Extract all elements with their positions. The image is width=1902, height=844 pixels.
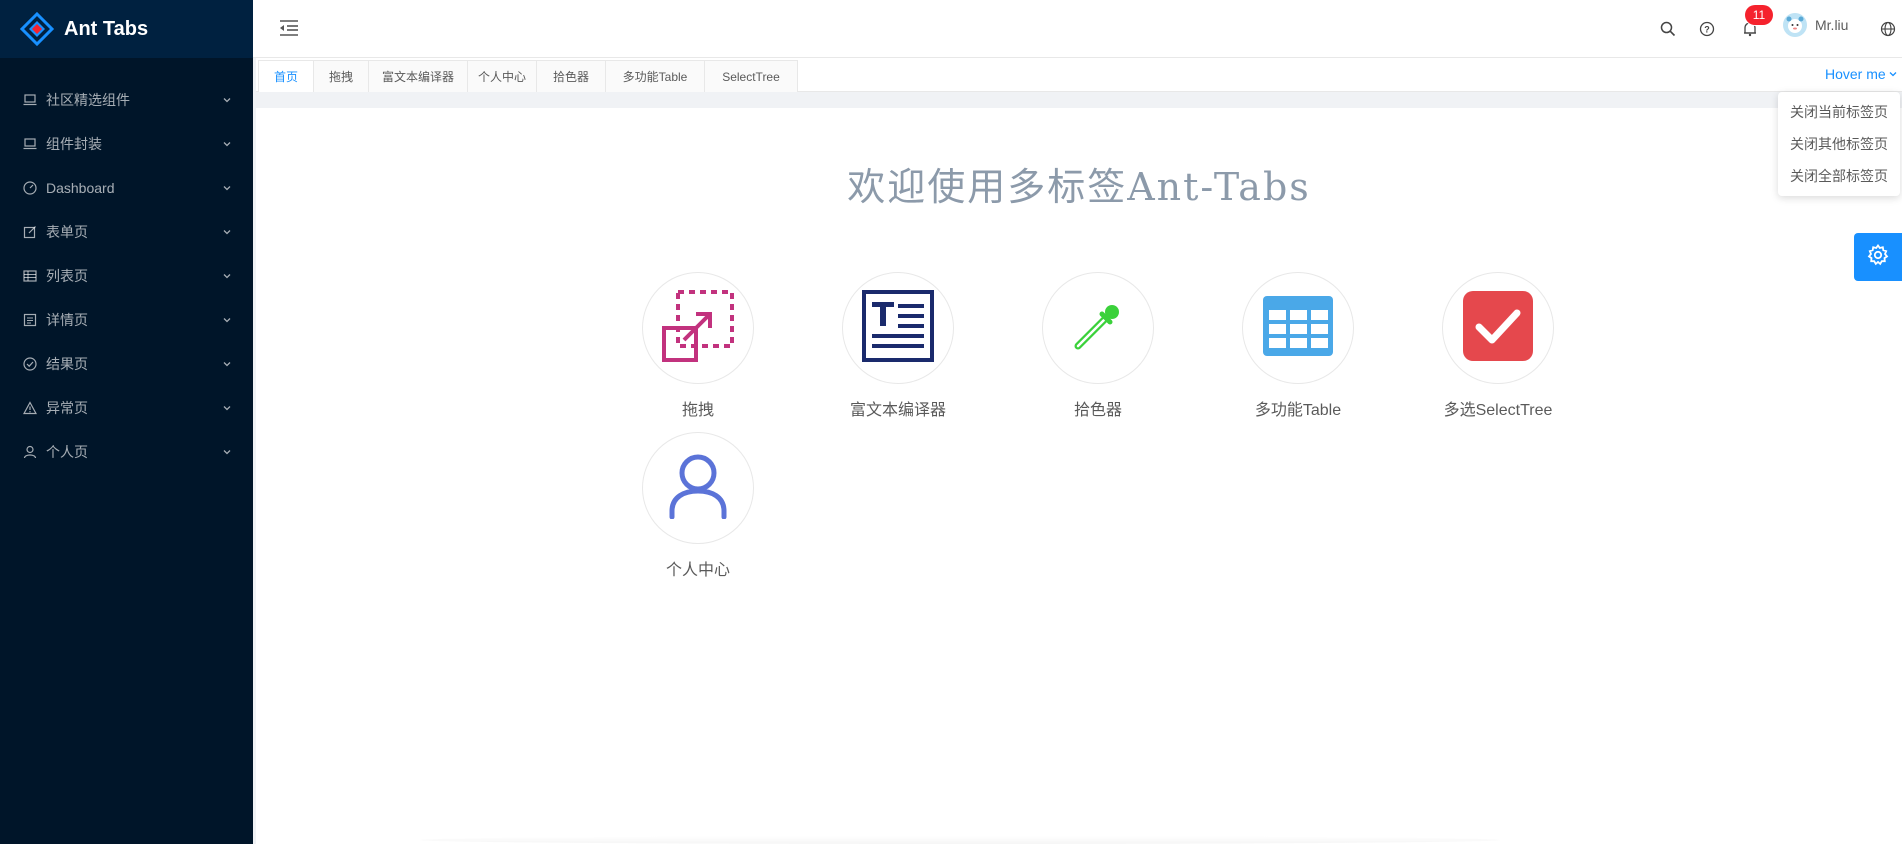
table-grid-icon (1263, 295, 1333, 361)
sidebar-item-community[interactable]: 社区精选组件 (0, 78, 253, 122)
shortcut-label: 多功能Table (1254, 402, 1342, 419)
chevron-down-icon (221, 94, 233, 106)
chevron-down-icon (221, 182, 233, 194)
logo-icon (19, 11, 55, 47)
sidebar-menu: 社区精选组件 组件封装 Dashboard 表单页 列表页 详情页 结果页 异常… (0, 78, 253, 474)
shortcut-rich-editor[interactable]: 富文本编译器 (818, 272, 978, 420)
sidebar-item-label: 组件封装 (46, 136, 102, 152)
sidebar-item-label: 列表页 (46, 268, 88, 284)
check-circle-icon (22, 356, 38, 372)
question-circle-icon[interactable]: ? (1695, 17, 1719, 41)
shortcut-drag[interactable]: 拖拽 (618, 272, 778, 420)
laptop-icon (22, 136, 38, 152)
avatar (1783, 13, 1807, 37)
shortcut-circle (1242, 272, 1354, 384)
sidebar-item-components[interactable]: 组件封装 (0, 122, 253, 166)
gear-icon (1867, 243, 1889, 271)
shortcut-label: 富文本编译器 (849, 402, 946, 419)
chevron-down-icon (221, 270, 233, 282)
tab-user-center[interactable]: 个人中心 (467, 60, 537, 92)
chevron-down-icon (221, 402, 233, 414)
sidebar-item-label: 个人页 (46, 444, 88, 460)
shortcut-circle (1042, 272, 1154, 384)
shortcut-multi-table[interactable]: 多功能Table (1218, 272, 1378, 420)
search-icon[interactable] (1656, 17, 1680, 41)
shortcut-label: 个人中心 (665, 562, 730, 579)
sidebar-item-exception[interactable]: 异常页 (0, 386, 253, 430)
close-other-tabs[interactable]: 关闭其他标签页 (1778, 128, 1900, 160)
chevron-down-icon (221, 358, 233, 370)
warning-icon (22, 400, 38, 416)
close-all-tabs[interactable]: 关闭全部标签页 (1778, 160, 1900, 192)
sidebar-item-label: 异常页 (46, 400, 88, 416)
dashboard-icon (22, 180, 38, 196)
sidebar-item-form[interactable]: 表单页 (0, 210, 253, 254)
shortcut-label: 拖拽 (681, 402, 714, 419)
username: Mr.liu (1815, 17, 1849, 33)
global-icon[interactable] (1876, 17, 1900, 41)
welcome-title: 欢迎使用多标签Ant-Tabs (847, 165, 1311, 209)
logo[interactable]: Ant Tabs (0, 0, 253, 58)
tab-drag[interactable]: 拖拽 (313, 60, 369, 92)
shortcut-circle (642, 272, 754, 384)
chevron-down-icon (221, 138, 233, 150)
chevron-down-icon (1886, 66, 1898, 82)
notification-badge: 11 (1745, 5, 1773, 25)
tab-color-picker[interactable]: 拾色器 (536, 60, 606, 92)
sidebar-item-list[interactable]: 列表页 (0, 254, 253, 298)
footer-divider (420, 836, 1500, 844)
sidebar-item-label: 社区精选组件 (46, 92, 130, 108)
tab-multi-table[interactable]: 多功能Table (605, 60, 705, 92)
sidebar: Ant Tabs 社区精选组件 组件封装 Dashboard 表单页 列表页 详… (0, 0, 253, 844)
shortcut-circle (1442, 272, 1554, 384)
tabs-dropdown-menu: 关闭当前标签页 关闭其他标签页 关闭全部标签页 (1778, 92, 1900, 196)
tabs-bar: 首页 拖拽 富文本编译器 个人中心 拾色器 多功能Table SelectTre… (256, 58, 1902, 92)
shortcut-select-tree[interactable]: 多选SelectTree (1418, 272, 1578, 420)
sidebar-item-profile[interactable]: 详情页 (0, 298, 253, 342)
eyedropper-icon (1068, 296, 1128, 361)
hover-me-label: Hover me (1825, 66, 1886, 82)
chevron-down-icon (221, 226, 233, 238)
user-icon (22, 444, 38, 460)
close-current-tab[interactable]: 关闭当前标签页 (1778, 96, 1900, 128)
shortcut-color-picker[interactable]: 拾色器 (1018, 272, 1178, 420)
shortcut-label: 拾色器 (1073, 402, 1122, 419)
sidebar-item-dashboard[interactable]: Dashboard (0, 166, 253, 210)
sidebar-item-label: 结果页 (46, 356, 88, 372)
chevron-down-icon (221, 314, 233, 326)
sidebar-item-label: Dashboard (46, 180, 115, 196)
setting-drawer-button[interactable] (1854, 233, 1902, 281)
shortcut-label: 多选SelectTree (1443, 402, 1553, 419)
sidebar-item-result[interactable]: 结果页 (0, 342, 253, 386)
drag-icon (662, 289, 734, 367)
tab-select-tree[interactable]: SelectTree (704, 60, 798, 92)
hover-me-dropdown-trigger[interactable]: Hover me (1825, 66, 1898, 82)
form-icon (22, 224, 38, 240)
sidebar-item-label: 详情页 (46, 312, 88, 328)
sidebar-item-account[interactable]: 个人页 (0, 430, 253, 474)
app-title: Ant Tabs (64, 17, 149, 40)
checkbox-icon (1463, 290, 1533, 366)
header: ? 11 Mr.liu (253, 0, 1902, 58)
text-editor-icon (862, 289, 934, 367)
svg-text:?: ? (1704, 25, 1710, 35)
person-icon (668, 453, 728, 524)
tab-home[interactable]: 首页 (258, 60, 314, 92)
user-menu[interactable]: Mr.liu (1783, 13, 1848, 37)
shortcut-user-center[interactable]: 个人中心 (618, 432, 778, 580)
tab-rich-editor[interactable]: 富文本编译器 (368, 60, 468, 92)
sidebar-item-label: 表单页 (46, 224, 88, 240)
shortcut-circle (642, 432, 754, 544)
table-icon (22, 268, 38, 284)
laptop-icon (22, 92, 38, 108)
chevron-down-icon (221, 446, 233, 458)
main-content: 欢迎使用多标签Ant-Tabs 拖拽 富文本编译器 拾色器 多功能Table 多… (256, 108, 1902, 844)
profile-icon (22, 312, 38, 328)
shortcut-circle (842, 272, 954, 384)
menu-fold-icon[interactable] (277, 16, 301, 40)
